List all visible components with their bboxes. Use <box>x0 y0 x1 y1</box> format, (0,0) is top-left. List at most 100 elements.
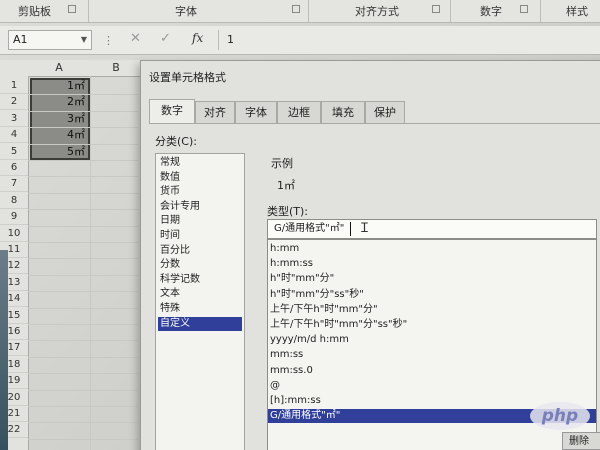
category-item[interactable]: 货币 <box>158 185 242 199</box>
tab-alignment[interactable]: 对齐 <box>195 101 235 123</box>
tab-divider <box>149 123 600 124</box>
grid-line <box>28 438 138 440</box>
grid-line <box>28 373 138 375</box>
desktop-edge <box>0 250 8 450</box>
dialog-title: 设置单元格格式 <box>149 71 226 84</box>
category-list[interactable]: 常规 数值 货币 会计专用 日期 时间 百分比 分数 科学记数 文本 特殊 自定义 <box>155 153 245 450</box>
grid-line <box>28 356 138 358</box>
alignment-launcher-icon[interactable] <box>432 5 440 13</box>
category-item[interactable]: 自定义 <box>158 316 242 331</box>
ribbon-group-font[interactable]: 字体 <box>175 3 197 19</box>
grid-line <box>28 406 138 407</box>
grid-line <box>28 274 138 276</box>
grid-line <box>28 324 138 325</box>
number-launcher-icon[interactable] <box>520 5 528 13</box>
category-item[interactable]: 特殊 <box>158 302 242 316</box>
grid-line <box>28 192 138 194</box>
type-input-value: G/通用格式"㎡" <box>274 223 345 234</box>
type-list-item[interactable]: 上午/下午h"时"mm"分"ss"秒" <box>268 318 596 332</box>
enter-icon[interactable]: ✓ <box>160 31 171 46</box>
row-header[interactable]: 3 <box>0 111 28 127</box>
text-caret <box>350 222 351 236</box>
type-label: 类型(T): <box>267 205 309 218</box>
name-box[interactable]: A1 ▼ <box>8 30 92 50</box>
grid-line <box>28 225 138 227</box>
row-header[interactable]: 7 <box>0 176 28 193</box>
tab-number[interactable]: 数字 <box>149 99 195 123</box>
font-launcher-icon[interactable] <box>292 5 300 13</box>
row-header[interactable]: 9 <box>0 209 28 226</box>
tab-fill[interactable]: 填充 <box>321 101 365 123</box>
ribbon-divider <box>540 0 541 22</box>
watermark-text: php <box>541 406 579 426</box>
grid-line <box>28 340 138 342</box>
type-list-item[interactable]: mm:ss <box>268 348 596 362</box>
excel-window: 剪贴板 字体 对齐方式 数字 样式 A1 ▼ ⋮ ✕ ✓ fx 1 A B 12… <box>0 0 600 450</box>
ribbon-divider <box>450 0 451 22</box>
cell-a4[interactable]: 4㎡ <box>30 127 85 143</box>
type-list-item[interactable]: yyyy/m/d h:mm <box>268 333 596 347</box>
type-list-item[interactable]: mm:ss.0 <box>268 364 596 378</box>
tab-border[interactable]: 边框 <box>277 101 321 123</box>
grid-line <box>90 76 91 450</box>
grid-line <box>28 307 138 309</box>
column-header-b[interactable]: B <box>92 61 140 74</box>
grid-line <box>28 127 138 129</box>
insert-function-icon[interactable]: fx <box>192 31 203 45</box>
php-watermark: php <box>530 402 590 430</box>
category-item[interactable]: 数值 <box>158 171 242 185</box>
cell-a2[interactable]: 2㎡ <box>30 94 85 110</box>
category-item[interactable]: 会计专用 <box>158 200 242 214</box>
cancel-icon[interactable]: ✕ <box>130 31 141 46</box>
more-icon[interactable]: ⋮ <box>103 34 114 47</box>
grid-line <box>28 242 138 243</box>
cell-a1[interactable]: 1㎡ <box>30 78 85 94</box>
column-header-a[interactable]: A <box>28 61 90 74</box>
cell-a3[interactable]: 3㎡ <box>30 111 85 127</box>
row-header[interactable]: 2 <box>0 94 28 111</box>
delete-button[interactable]: 删除 <box>562 432 600 450</box>
formula-input[interactable]: 1 <box>218 30 600 50</box>
grid-line <box>28 143 138 145</box>
grid-line <box>28 291 138 293</box>
category-label: 分类(C): <box>155 135 197 148</box>
ribbon-group-styles[interactable]: 样式 <box>566 3 588 19</box>
type-list-item[interactable]: 上午/下午h"时"mm"分" <box>268 303 596 317</box>
grid-line <box>28 176 138 178</box>
type-list-item[interactable]: h:mm:ss <box>268 257 596 271</box>
row-header[interactable]: 6 <box>0 160 28 176</box>
category-item[interactable]: 文本 <box>158 287 242 301</box>
row-header[interactable]: 8 <box>0 193 28 209</box>
type-list-item[interactable]: h"时"mm"分" <box>268 272 596 286</box>
type-list-item[interactable]: h"时"mm"分"ss"秒" <box>268 288 596 302</box>
clipboard-launcher-icon[interactable] <box>68 5 76 13</box>
grid-line <box>28 209 138 211</box>
ribbon-group-clipboard[interactable]: 剪贴板 <box>18 3 51 19</box>
cell-a5[interactable]: 5㎡ <box>30 144 85 160</box>
category-item[interactable]: 时间 <box>158 229 242 243</box>
row-header[interactable]: 5 <box>0 144 28 160</box>
row-header[interactable]: 10 <box>0 226 28 242</box>
category-item[interactable]: 日期 <box>158 214 242 228</box>
row-header[interactable]: 4 <box>0 127 28 144</box>
grid-line <box>28 258 138 260</box>
category-item[interactable]: 分数 <box>158 258 242 272</box>
category-item[interactable]: 科学记数 <box>158 273 242 287</box>
ribbon-group-number[interactable]: 数字 <box>480 3 502 19</box>
tab-protection[interactable]: 保护 <box>365 101 405 123</box>
formula-bar: A1 ▼ ⋮ ✕ ✓ fx 1 <box>0 26 600 55</box>
type-input[interactable]: G/通用格式"㎡" Ｉ <box>267 219 597 239</box>
grid-line <box>28 94 138 96</box>
type-list-item[interactable]: h:mm <box>268 242 596 256</box>
grid-line <box>28 110 138 112</box>
type-list-item[interactable]: @ <box>268 379 596 393</box>
ribbon-group-alignment[interactable]: 对齐方式 <box>355 3 399 19</box>
tab-font[interactable]: 字体 <box>235 101 277 123</box>
category-item[interactable]: 百分比 <box>158 244 242 258</box>
grid-line <box>28 389 138 391</box>
category-item[interactable]: 常规 <box>158 156 242 170</box>
row-header[interactable]: 1 <box>0 78 28 94</box>
ribbon: 剪贴板 字体 对齐方式 数字 样式 <box>0 0 600 23</box>
ribbon-divider <box>88 0 89 22</box>
chevron-down-icon[interactable]: ▼ <box>81 31 87 49</box>
